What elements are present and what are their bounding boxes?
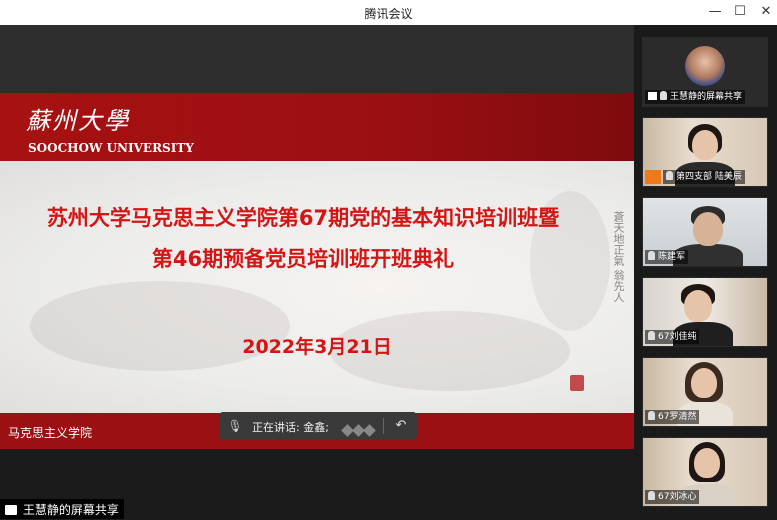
participant-name: 陈建军 [658,252,686,262]
window-title: 腾讯会议 [364,7,413,21]
participant-label: 67刘佳纯 [645,330,700,344]
slide-top-bar [0,25,634,93]
participant-label: 第四支部 陆美辰 [663,170,745,184]
slide-banner: 蘇州大學 SOOCHOW UNIVERSITY [0,93,634,161]
close-icon[interactable]: ✕ [755,3,777,21]
screen-share-owner-label: 王慧静的屏幕共享 [0,499,124,519]
screen-share-icon [648,92,657,100]
participant-label: 67罗清然 [645,410,700,424]
speaking-label: 正在讲话: 金鑫; [252,421,329,434]
mic-muted-icon[interactable]: 🎙 [227,418,243,434]
participant-label: 陈建军 [645,250,689,264]
speaking-indicator: 🎙 正在讲话: 金鑫; ↶ [219,412,417,440]
maximize-icon[interactable]: ☐ [729,3,751,21]
participant-tile[interactable]: 67罗清然 [642,357,768,427]
mic-icon [660,91,667,100]
mic-icon [666,171,673,180]
slide-headline-line1: 苏州大学马克思主义学院第67期党的基本知识培训班暨 [46,206,560,230]
participant-tile[interactable]: 陈建军 [642,197,768,267]
shared-screen: 蘇州大學 SOOCHOW UNIVERSITY 蒼天地正氣 翁先人 苏州大学马克… [0,25,634,520]
mic-icon [648,491,655,500]
divider [383,418,384,434]
slide-footer-department: 马克思主义学院 [8,426,93,440]
mic-icon [648,331,655,340]
participant-tile[interactable]: 第四支部 陆美辰 [642,117,768,187]
participant-tile[interactable]: 67刘冰心 [642,437,768,507]
return-arrow-icon[interactable]: ↶ [391,416,411,436]
participant-name: 第四支部 陆美辰 [676,172,742,182]
university-logo-script: 蘇州大學 [26,107,130,135]
university-name: SOOCHOW UNIVERSITY [28,141,194,155]
slide-body: 蒼天地正氣 翁先人 苏州大学马克思主义学院第67期党的基本知识培训班暨 第46期… [0,161,634,413]
participant-tile[interactable]: 王慧静的屏幕共享 [642,37,768,107]
participant-name: 王慧静的屏幕共享 [670,92,743,102]
participants-panel: 王慧静的屏幕共享 第四支部 陆美辰 陈建军 67刘佳纯 67罗清然 67刘冰心 [634,25,777,520]
participant-name: 67罗清然 [658,412,697,422]
seal-stamp [570,375,584,391]
participant-label: 王慧静的屏幕共享 [645,90,746,104]
speaker-avatars [341,420,377,437]
mic-icon [648,411,655,420]
person-icon [645,170,661,184]
mic-icon [648,251,655,260]
participant-label: 67刘冰心 [645,490,700,504]
slide-headline-line2: 第46期预备党员培训班开班典礼 [151,247,455,271]
minimize-icon[interactable]: — [704,3,726,21]
screen-share-icon [5,505,17,515]
slide-date: 2022年3月21日 [242,336,392,358]
participant-name: 67刘冰心 [658,492,697,502]
window-titlebar: 腾讯会议 — ☐ ✕ [0,0,777,25]
screen-share-owner-text: 王慧静的屏幕共享 [22,503,119,517]
participant-tile[interactable]: 67刘佳纯 [642,277,768,347]
avatar [685,46,725,86]
participant-name: 67刘佳纯 [658,332,697,342]
